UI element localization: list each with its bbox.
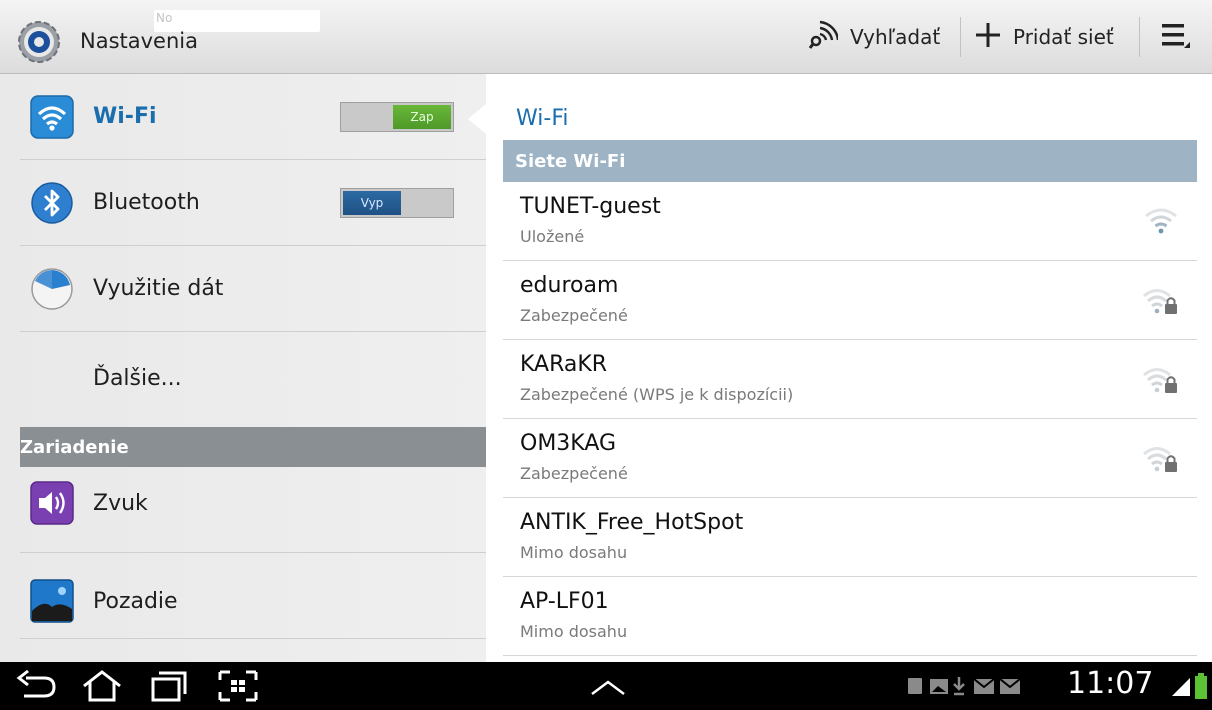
section-header-label: Zariadenie	[20, 437, 129, 458]
recent-apps-icon[interactable]	[148, 668, 192, 704]
network-status: Mimo dosahu	[520, 543, 628, 562]
action-divider	[1139, 17, 1140, 57]
network-row[interactable]: eduroam Zabezpečené	[503, 261, 1197, 340]
wifi-lock-icon	[1143, 362, 1179, 396]
settings-item-label: Pozadie	[93, 589, 178, 614]
network-ssid: KARaKR	[520, 352, 608, 377]
plus-icon	[975, 22, 1001, 52]
battery-icon	[1194, 672, 1208, 708]
add-network-button[interactable]: Pridať sieť	[975, 0, 1114, 74]
wifi-lock-icon	[1143, 441, 1179, 475]
settings-item-label: Ďalšie...	[93, 366, 182, 391]
network-ssid: OM3KAG	[520, 431, 617, 456]
wifi-icon	[30, 95, 74, 139]
network-status: Mimo dosahu	[520, 622, 628, 641]
bluetooth-icon	[30, 181, 74, 225]
add-network-label: Pridať sieť	[1013, 25, 1114, 49]
section-header-device: Zariadenie	[20, 427, 486, 467]
scan-label: Vyhľadať	[850, 25, 941, 49]
toggle-state: Zap	[393, 105, 451, 129]
network-status: Uložené	[520, 227, 585, 246]
network-status: Zabezpečené (WPS je k dispozícii)	[520, 385, 794, 404]
settings-item-data-usage[interactable]: Využitie dát	[20, 246, 486, 332]
screenshot-icon[interactable]	[216, 668, 260, 704]
expand-tray-icon[interactable]	[586, 668, 630, 704]
settings-item-label: Zvuk	[93, 491, 148, 516]
clock: 11:07	[1067, 666, 1154, 701]
network-row[interactable]: AP-LF01 Mimo dosahu	[503, 577, 1197, 656]
selection-pointer	[468, 104, 486, 134]
action-bar: No Nastavenia Vyhľadať Pridať sieť	[0, 0, 1212, 74]
pane-title: Wi-Fi	[516, 106, 569, 131]
wifi-lock-icon	[1143, 283, 1179, 317]
settings-item-label: Bluetooth	[93, 190, 200, 215]
home-icon[interactable]	[80, 668, 124, 704]
overflow-menu-button[interactable]	[1150, 0, 1200, 74]
notification-icons[interactable]	[904, 674, 1060, 710]
system-bar: 11:07	[0, 662, 1212, 710]
network-row[interactable]: ANTIK_Free_HotSpot Mimo dosahu	[503, 498, 1197, 577]
settings-item-wifi[interactable]: Wi-Fi Zap	[20, 74, 486, 160]
action-divider	[960, 17, 961, 57]
network-ssid: eduroam	[520, 273, 619, 298]
scan-icon	[808, 20, 840, 54]
network-ssid: AP-LF01	[520, 589, 609, 614]
wifi-detail-pane: Wi-Fi Siete Wi-Fi TUNET-guest Uložené ed…	[486, 74, 1212, 662]
menu-icon	[1160, 22, 1190, 52]
settings-item-bluetooth[interactable]: Bluetooth Vyp	[20, 160, 486, 246]
network-status: Zabezpečené	[520, 464, 628, 483]
network-ssid: TUNET-guest	[520, 194, 661, 219]
bluetooth-toggle[interactable]: Vyp	[340, 188, 454, 218]
settings-item-sound[interactable]: Zvuk	[20, 467, 486, 553]
network-status: Zabezpečené	[520, 306, 628, 325]
settings-item-wallpaper[interactable]: Pozadie	[20, 553, 486, 639]
network-ssid: ANTIK_Free_HotSpot	[520, 510, 744, 535]
app-title: Nastavenia	[80, 29, 198, 53]
scan-button[interactable]: Vyhľadať	[808, 0, 940, 74]
wifi-signal-icon	[1143, 204, 1179, 238]
network-row[interactable]: KARaKR Zabezpečené (WPS je k dispozícii)	[503, 340, 1197, 419]
network-row[interactable]: OM3KAG Zabezpečené	[503, 419, 1197, 498]
wallpaper-icon	[30, 579, 74, 623]
settings-item-label: Využitie dát	[93, 276, 224, 301]
notification-overlay-text: No	[156, 11, 173, 25]
network-row[interactable]: TUNET-guest Uložené	[503, 182, 1197, 261]
settings-list: Wi-Fi Zap Bluetooth Vyp Využitie dát Ďal…	[0, 74, 486, 662]
networks-subheader: Siete Wi-Fi	[503, 140, 1197, 182]
wifi-toggle[interactable]: Zap	[340, 102, 454, 132]
back-icon[interactable]	[14, 668, 58, 704]
settings-gear-icon[interactable]	[16, 19, 62, 65]
settings-item-label: Wi-Fi	[93, 104, 157, 129]
sound-icon	[30, 481, 74, 525]
data-usage-icon	[30, 267, 74, 311]
toggle-state: Vyp	[343, 191, 401, 215]
settings-item-more[interactable]: Ďalšie...	[20, 332, 486, 427]
subheader-label: Siete Wi-Fi	[515, 151, 626, 172]
cell-signal-icon	[1170, 674, 1194, 710]
